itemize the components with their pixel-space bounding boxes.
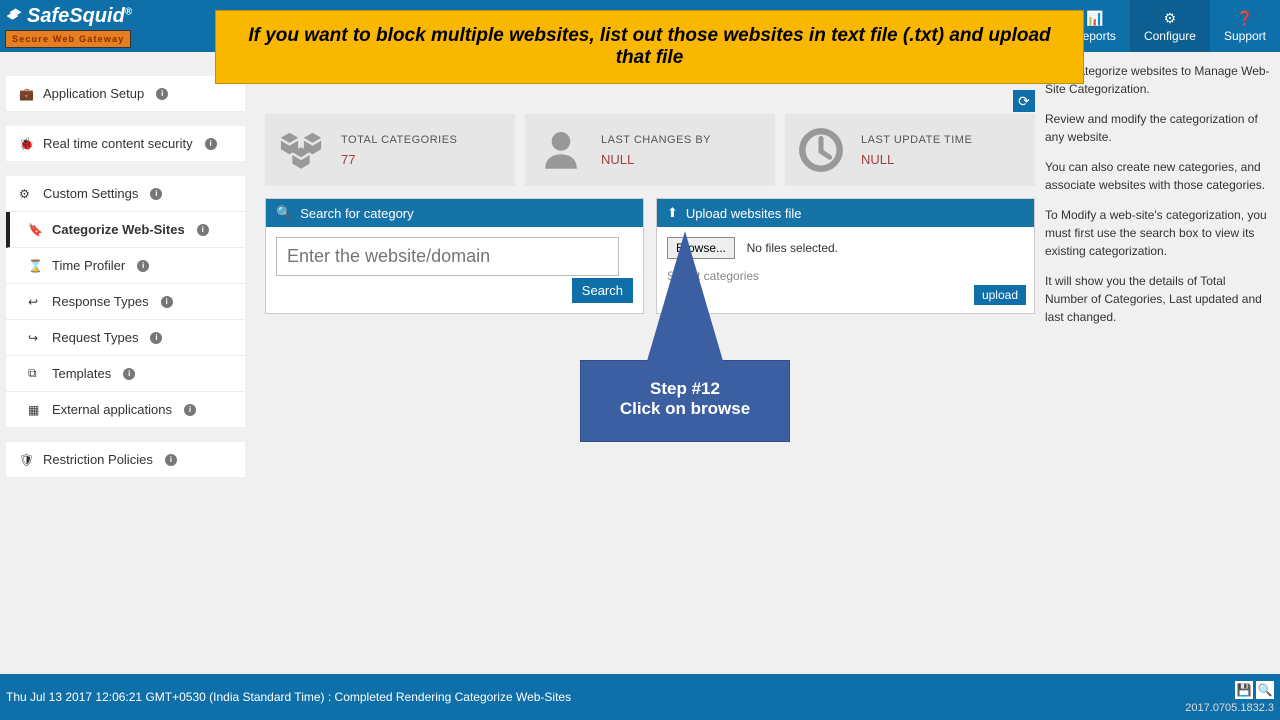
- help-text-5: It will show you the details of Total Nu…: [1045, 272, 1270, 326]
- template-icon: ⧉: [28, 366, 42, 381]
- upload-panel-header: ⬆ Upload websites file: [657, 199, 1034, 227]
- footer-version: 2017.0705.1832.3: [1185, 702, 1274, 714]
- info-icon: i: [184, 404, 196, 416]
- sidebar-external-apps-label: External applications: [52, 402, 172, 417]
- logo-tagline: Secure Web Gateway: [5, 30, 131, 48]
- sidebar-request-types[interactable]: ↪ Request Types i: [6, 320, 245, 356]
- refresh-button[interactable]: ⟳: [1013, 90, 1035, 112]
- stat-last-update-time-value: NULL: [861, 152, 972, 167]
- stat-last-update-time-label: LAST UPDATE TIME: [861, 134, 972, 146]
- reply-icon: ↩: [28, 295, 42, 309]
- help-text-4: To Modify a web-site's categorization, y…: [1045, 206, 1270, 260]
- sidebar: 💼 Application Setup i 🐞 Real time conten…: [0, 52, 255, 674]
- forward-icon: ↪: [28, 331, 42, 345]
- sidebar-restriction-label: Restriction Policies: [43, 452, 153, 467]
- logo-text: SafeSquid®: [27, 5, 132, 28]
- clock-icon: [795, 124, 847, 176]
- sidebar-custom-label: Custom Settings: [43, 186, 138, 201]
- footer-status: Thu Jul 13 2017 12:06:21 GMT+0530 (India…: [6, 690, 571, 704]
- callout-instruction: Click on browse: [595, 399, 775, 419]
- info-icon: i: [150, 332, 162, 344]
- sidebar-request-types-label: Request Types: [52, 330, 138, 345]
- help-text-2: Review and modify the categorization of …: [1045, 110, 1270, 146]
- sidebar-categorize-label: Categorize Web-Sites: [52, 222, 185, 237]
- callout-box: Step #12 Click on browse: [580, 360, 790, 442]
- sidebar-response-types[interactable]: ↩ Response Types i: [6, 284, 245, 320]
- stats-row: TOTAL CATEGORIES 77 LAST CHANGES BY NULL: [265, 114, 1035, 186]
- sidebar-templates-label: Templates: [52, 366, 111, 381]
- support-icon: ❓: [1236, 10, 1253, 27]
- shield-icon: 🛡: [19, 453, 33, 467]
- user-icon: [535, 124, 587, 176]
- stat-total-categories: TOTAL CATEGORIES 77: [265, 114, 515, 186]
- sidebar-restriction[interactable]: 🛡 Restriction Policies i: [6, 442, 245, 478]
- stat-last-changes-by-label: LAST CHANGES BY: [601, 134, 711, 146]
- info-icon: i: [205, 138, 217, 150]
- info-icon: i: [197, 224, 209, 236]
- sidebar-custom[interactable]: ⚙ Custom Settings i: [6, 176, 245, 212]
- info-icon: i: [137, 260, 149, 272]
- sidebar-realtime-label: Real time content security: [43, 136, 193, 151]
- sidebar-templates[interactable]: ⧉ Templates i: [6, 356, 245, 392]
- sidebar-external-apps[interactable]: ▦ External applications i: [6, 392, 245, 428]
- sidebar-response-types-label: Response Types: [52, 294, 149, 309]
- sidebar-categorize[interactable]: 🔖 Categorize Web-Sites i: [6, 212, 245, 248]
- sliders-icon: ⚙: [19, 187, 33, 201]
- search-panel-title: Search for category: [300, 206, 413, 221]
- search-panel-header: 🔍 Search for category: [266, 199, 643, 227]
- sidebar-time-profiler[interactable]: ⌛ Time Profiler i: [6, 248, 245, 284]
- sidebar-app-setup-label: Application Setup: [43, 86, 144, 101]
- callout-step: Step #12: [595, 379, 775, 399]
- bookmark-icon: 🔖: [28, 223, 42, 237]
- sidebar-app-setup[interactable]: 💼 Application Setup i: [6, 76, 245, 112]
- save-icon[interactable]: 💾: [1235, 681, 1253, 699]
- callout: Step #12 Click on browse: [580, 230, 790, 442]
- help-panel: Use Categorize websites to Manage Web-Si…: [1045, 62, 1270, 664]
- search-footer-icon[interactable]: 🔍: [1256, 681, 1274, 699]
- stat-total-categories-value: 77: [341, 152, 457, 167]
- configure-icon: ⚙: [1164, 10, 1177, 27]
- sidebar-realtime[interactable]: 🐞 Real time content security i: [6, 126, 245, 162]
- stat-total-categories-label: TOTAL CATEGORIES: [341, 134, 457, 146]
- instruction-banner: If you want to block multiple websites, …: [215, 10, 1084, 84]
- reports-icon: 📊: [1086, 10, 1103, 27]
- nav-configure[interactable]: ⚙ Configure: [1130, 0, 1210, 52]
- stat-last-update-time: LAST UPDATE TIME NULL: [785, 114, 1035, 186]
- help-text-3: You can also create new categories, and …: [1045, 158, 1270, 194]
- nav-configure-label: Configure: [1144, 29, 1196, 43]
- cubes-icon: [275, 124, 327, 176]
- stat-last-changes-by-value: NULL: [601, 152, 711, 167]
- header-nav: 📊 Reports ⚙ Configure ❓ Support: [1060, 0, 1280, 52]
- upload-button[interactable]: upload: [974, 285, 1026, 305]
- sidebar-time-profiler-label: Time Profiler: [52, 258, 125, 273]
- info-icon: i: [123, 368, 135, 380]
- briefcase-icon: 💼: [19, 87, 33, 101]
- nav-support[interactable]: ❓ Support: [1210, 0, 1280, 52]
- hourglass-icon: ⌛: [28, 259, 42, 273]
- logo-area: SafeSquid® Secure Web Gateway: [5, 5, 132, 48]
- search-icon: 🔍: [276, 205, 292, 221]
- info-icon: i: [165, 454, 177, 466]
- info-icon: i: [150, 188, 162, 200]
- search-input[interactable]: [276, 237, 619, 276]
- info-icon: i: [156, 88, 168, 100]
- upload-panel-title: Upload websites file: [686, 206, 802, 221]
- stat-last-changes-by: LAST CHANGES BY NULL: [525, 114, 775, 186]
- info-icon: i: [161, 296, 173, 308]
- footer: Thu Jul 13 2017 12:06:21 GMT+0530 (India…: [0, 674, 1280, 720]
- nav-support-label: Support: [1224, 29, 1266, 43]
- bug-icon: 🐞: [19, 137, 33, 151]
- upload-icon: ⬆: [667, 205, 678, 221]
- callout-arrow-icon: [647, 231, 723, 361]
- logo-icon: [5, 7, 23, 25]
- grid-icon: ▦: [28, 403, 42, 417]
